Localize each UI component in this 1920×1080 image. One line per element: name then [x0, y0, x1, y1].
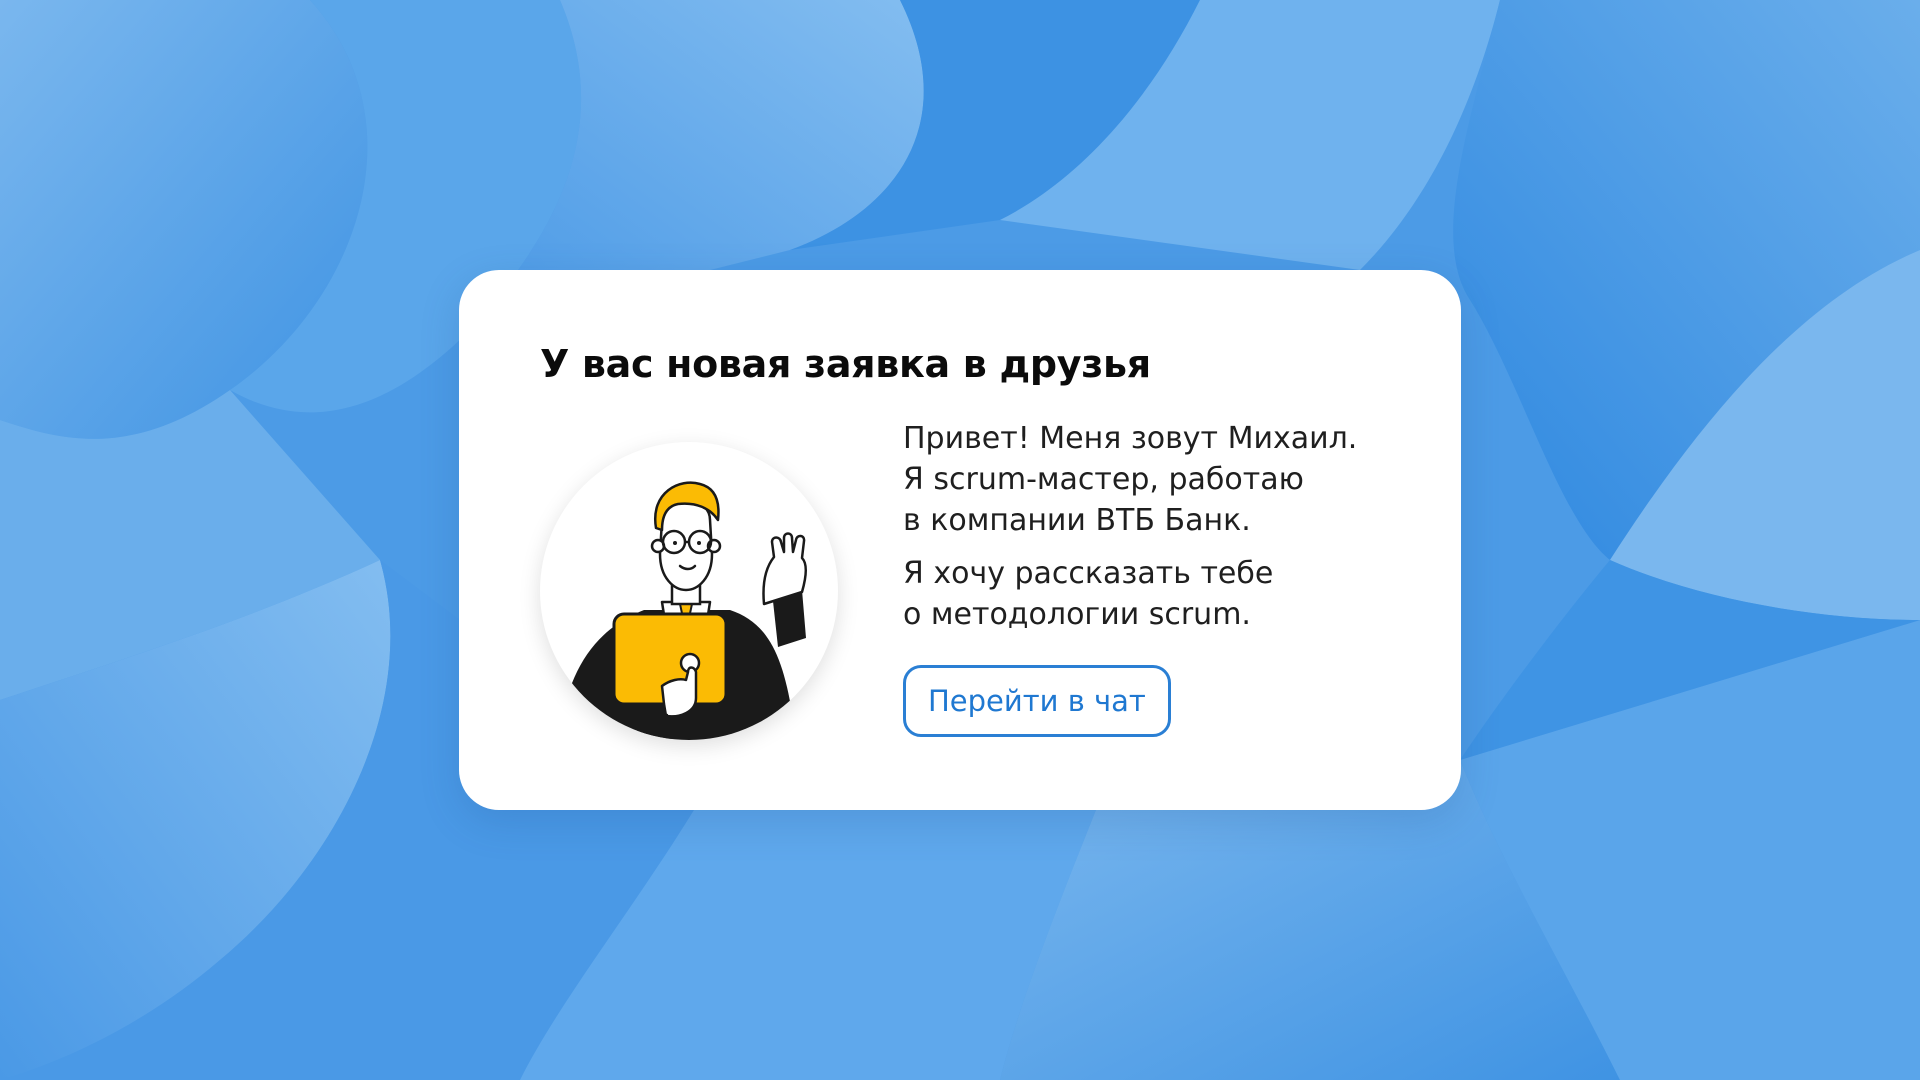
message-text: Привет! Меня зовут Михаил. Я scrum-масте…	[903, 418, 1423, 635]
message-line: Привет! Меня зовут Михаил.	[903, 421, 1358, 456]
message-paragraph-offer: Я хочу рассказать тебе о методологии scr…	[903, 553, 1423, 635]
card-title: У вас новая заявка в друзья	[540, 342, 1151, 386]
friend-request-card: У вас новая заявка в друзья Привет! Меня…	[459, 270, 1461, 810]
scrum-master-avatar-icon	[558, 481, 807, 740]
message-line: Я хочу рассказать тебе	[903, 556, 1274, 591]
message-line: о методологии scrum.	[903, 597, 1251, 632]
go-to-chat-button[interactable]: Перейти в чат	[903, 665, 1171, 737]
message-paragraph-intro: Привет! Меня зовут Михаил. Я scrum-масте…	[903, 418, 1423, 541]
message-line: Я scrum-мастер, работаю	[903, 462, 1304, 497]
message-line: в компании ВТБ Банк.	[903, 503, 1251, 538]
avatar	[540, 442, 838, 740]
